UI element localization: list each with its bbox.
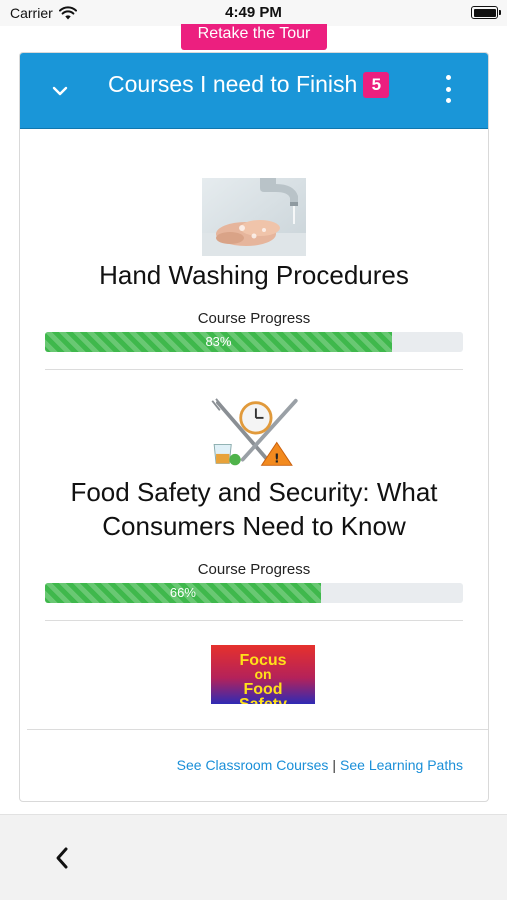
bottom-navigation-bar (0, 814, 507, 900)
see-learning-paths-link[interactable]: See Learning Paths (340, 757, 463, 773)
course-title[interactable]: Food Safety and Security: What Consumers… (45, 475, 463, 543)
course-item[interactable]: Focus on Food Safety (45, 621, 480, 704)
course-progress-fill: 83% (45, 332, 392, 352)
focus-on-food-safety-thumbnail: Focus on Food Safety (210, 645, 315, 704)
course-progress-bar: 66% (45, 583, 463, 603)
see-classroom-courses-link[interactable]: See Classroom Courses (177, 757, 329, 773)
status-bar: Carrier 4:49 PM (0, 0, 507, 26)
card-title: Courses I need to Finish 5 (108, 69, 390, 99)
course-list: Hand Washing Procedures Course Progress … (20, 130, 488, 704)
battery-icon (471, 6, 501, 19)
course-progress-fill: 66% (45, 583, 321, 603)
food-safety-thumbnail: ! (204, 397, 304, 468)
course-progress-label: Course Progress (197, 561, 311, 578)
course-count-badge: 5 (363, 72, 390, 98)
course-progress-label: Course Progress (197, 310, 311, 327)
svg-text:!: ! (274, 451, 280, 465)
retake-tour-button[interactable]: Retake the Tour (181, 24, 327, 50)
course-item[interactable]: Hand Washing Procedures Course Progress … (45, 130, 463, 370)
course-title[interactable]: Hand Washing Procedures (45, 258, 463, 292)
poster-text: Safety (238, 696, 286, 704)
course-item[interactable]: ! Food Safety and Security: What Consume… (45, 370, 463, 621)
status-time: 4:49 PM (225, 4, 282, 21)
hand-washing-thumbnail (202, 178, 306, 256)
card-footer-links: See Classroom Courses | See Learning Paths (177, 757, 463, 773)
card-header: Courses I need to Finish 5 (20, 53, 488, 129)
poster-text: on (254, 666, 271, 682)
courses-to-finish-card: Courses I need to Finish 5 Hand Washing … (19, 52, 489, 802)
chevron-left-icon[interactable] (48, 843, 78, 873)
card-title-text: Courses I need to Finish (108, 71, 358, 97)
chevron-down-icon[interactable] (46, 77, 74, 105)
footer-divider (27, 729, 488, 730)
more-options-icon[interactable] (436, 73, 460, 105)
footer-separator: | (332, 757, 337, 773)
course-progress-bar: 83% (45, 332, 463, 352)
